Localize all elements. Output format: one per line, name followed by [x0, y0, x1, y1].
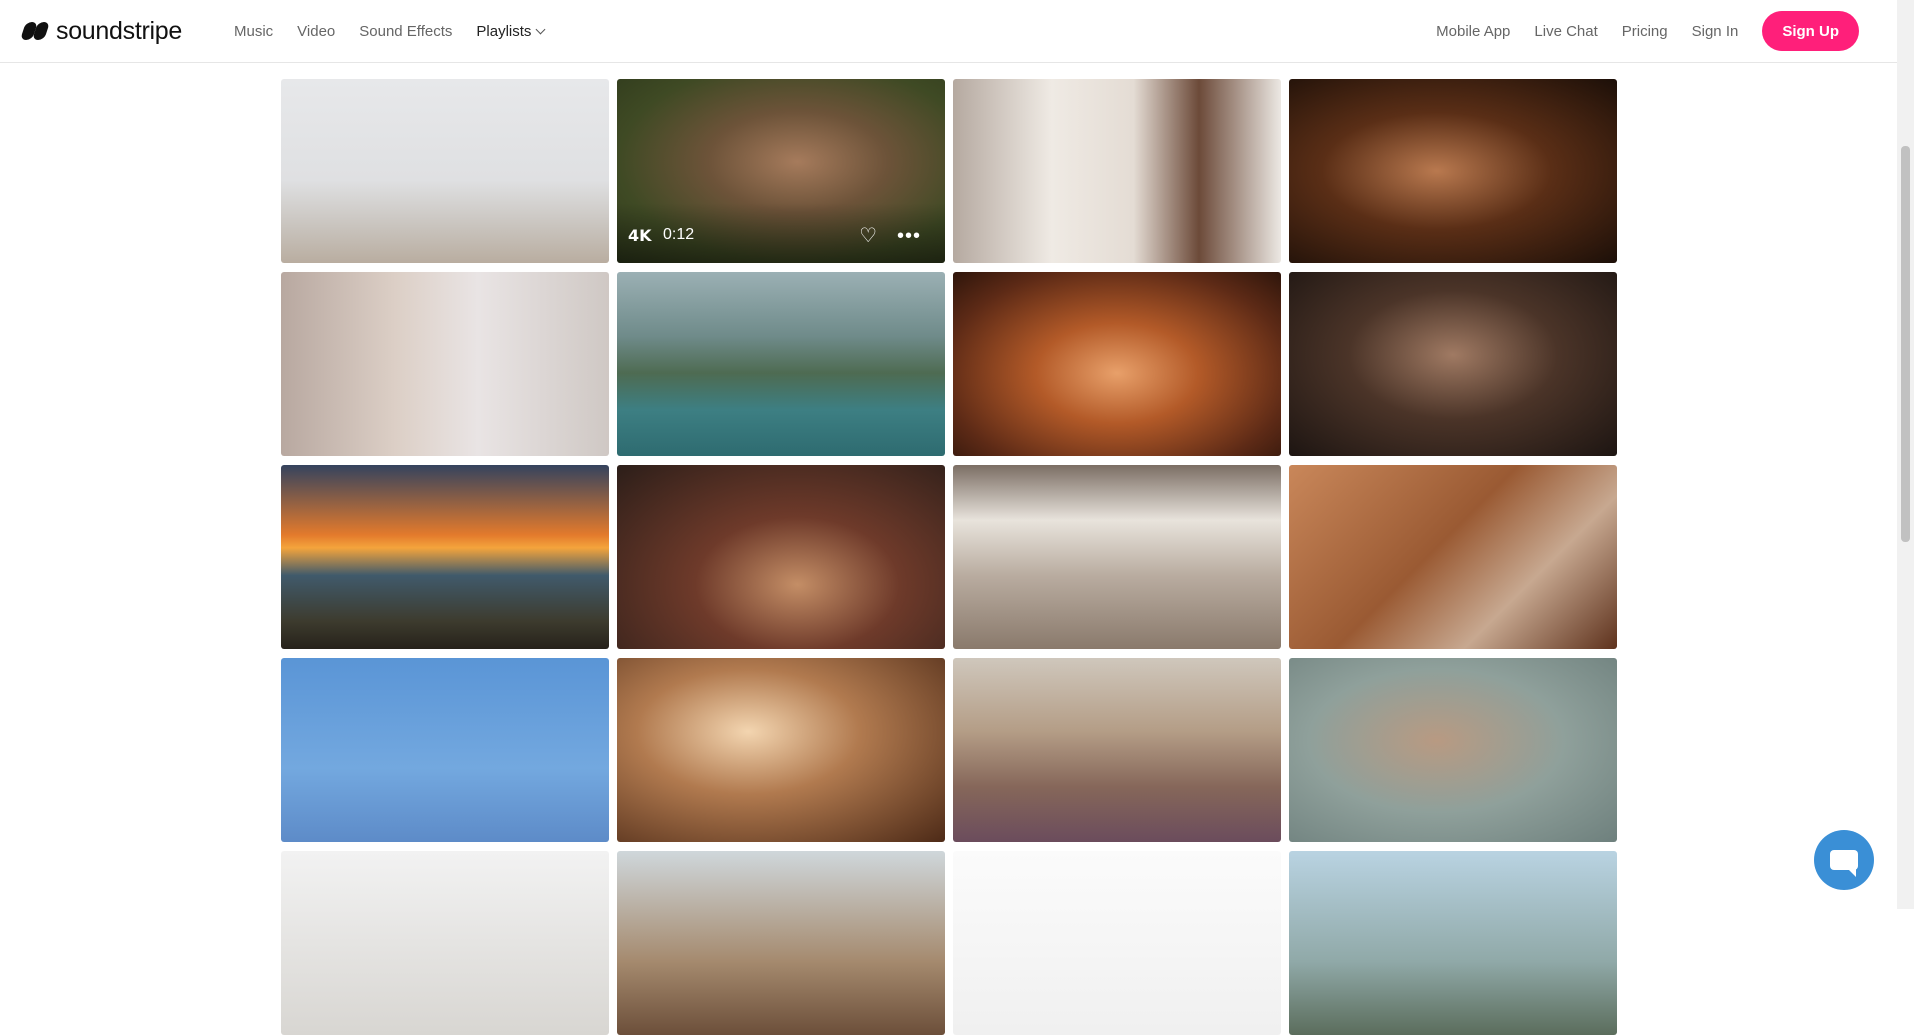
video-tile[interactable]: [953, 658, 1281, 842]
video-tile[interactable]: [281, 272, 609, 456]
video-tile[interactable]: [953, 79, 1281, 263]
video-tile[interactable]: [281, 465, 609, 649]
sign-up-button[interactable]: Sign Up: [1762, 11, 1859, 51]
video-tile[interactable]: [617, 851, 945, 1035]
nav-live-chat[interactable]: Live Chat: [1534, 23, 1597, 40]
video-tile[interactable]: [953, 272, 1281, 456]
secondary-nav: Mobile App Live Chat Pricing Sign In Sig…: [1436, 11, 1859, 51]
video-tile[interactable]: [281, 851, 609, 1035]
nav-sound-effects[interactable]: Sound Effects: [359, 22, 452, 41]
scrollbar-thumb[interactable]: [1901, 146, 1910, 542]
video-tile[interactable]: [1289, 79, 1617, 263]
nav-video[interactable]: Video: [297, 22, 335, 41]
primary-nav: Music Video Sound Effects Playlists: [234, 22, 546, 41]
resolution-badge: 4K: [628, 226, 652, 245]
site-header: soundstripe Music Video Sound Effects Pl…: [0, 0, 1897, 63]
chat-bubble-icon: [1830, 850, 1858, 877]
logo-mark-icon: [20, 20, 50, 42]
video-tile[interactable]: [617, 465, 945, 649]
video-tile[interactable]: [1289, 465, 1617, 649]
video-tile[interactable]: [1289, 272, 1617, 456]
video-tile[interactable]: 4K 0:12 ♡ •••: [617, 79, 945, 263]
nav-playlists-label: Playlists: [476, 23, 532, 40]
nav-mobile-app[interactable]: Mobile App: [1436, 23, 1510, 40]
video-tile[interactable]: [1289, 658, 1617, 842]
heart-icon[interactable]: ♡: [859, 226, 877, 246]
nav-sign-in[interactable]: Sign In: [1692, 23, 1739, 40]
chevron-down-icon: [535, 24, 546, 35]
video-tile[interactable]: [953, 851, 1281, 1035]
nav-music[interactable]: Music: [234, 22, 273, 41]
nav-pricing[interactable]: Pricing: [1622, 23, 1668, 40]
logo-text: soundstripe: [56, 17, 182, 45]
video-tile[interactable]: [281, 658, 609, 842]
nav-playlists[interactable]: Playlists: [476, 22, 546, 41]
more-options-icon[interactable]: •••: [897, 226, 921, 246]
video-tile[interactable]: [617, 272, 945, 456]
video-tile[interactable]: [617, 658, 945, 842]
video-tile[interactable]: [281, 79, 609, 263]
video-tile[interactable]: [953, 465, 1281, 649]
chat-launcher-button[interactable]: [1814, 830, 1874, 890]
video-duration: 0:12: [663, 226, 695, 243]
soundstripe-logo[interactable]: soundstripe: [20, 18, 182, 44]
video-tile[interactable]: [1289, 851, 1617, 1035]
page-scrollbar[interactable]: [1897, 0, 1914, 909]
